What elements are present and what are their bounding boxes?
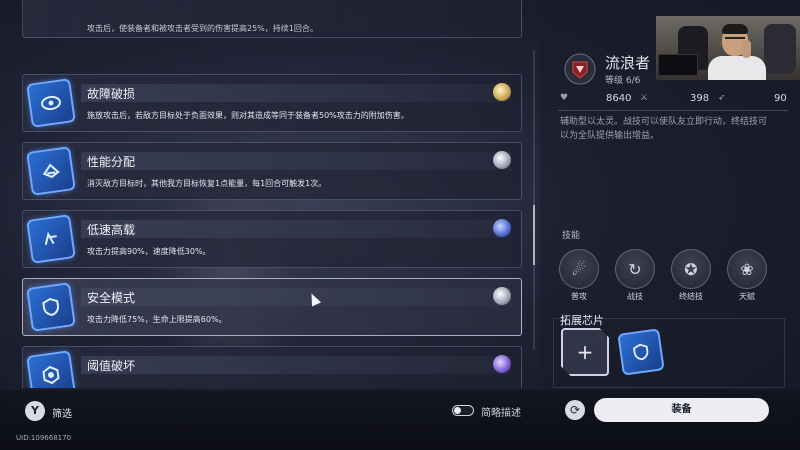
chip-card-1[interactable]: 故障破损 施放攻击后，若敌方目标处于负面效果，则对其造成等同于装备者50%攻击力… [22, 74, 522, 132]
chip-card-2[interactable]: 性能分配 消灭敌方目标时，其他我方目标恢复1点能量，每1回合可触发1次。 [22, 142, 522, 200]
character-name: 流浪者 [605, 54, 651, 72]
chip-title-bar [81, 288, 511, 306]
skill-battle[interactable]: ↻ 战技 [614, 249, 656, 302]
sword-icon: ⚔ [640, 93, 649, 103]
chip-title-bar [81, 220, 511, 238]
chip-desc: 消灭敌方目标时，其他我方目标恢复1点能量，每1回合可触发1次。 [87, 179, 327, 188]
rarity-medal-icon [493, 151, 511, 169]
lotus-icon: ❀ [727, 249, 767, 289]
heart-icon: ♥ [560, 93, 569, 103]
streamer-hair [722, 24, 748, 34]
streamer-webcam [656, 16, 800, 80]
skill-ultimate[interactable]: ✪ 终结技 [670, 249, 712, 302]
hp-stat: ♥ [560, 93, 574, 103]
chip-icon [26, 214, 76, 264]
chip-card-4[interactable]: 安全模式 攻击力降低75%，生命上限提高60%。 [22, 278, 522, 336]
character-level: 等级 6/6 [605, 76, 641, 86]
skill-basic-attack[interactable]: ☄ 普攻 [558, 249, 600, 302]
chip-title-bar [81, 84, 511, 102]
chip-card-5[interactable]: 阈值破坏 [22, 346, 522, 388]
skill-label: 普攻 [571, 292, 587, 301]
chip-name: 阈值破坏 [87, 359, 136, 373]
chip-desc: 攻击力提高90%，速度降低30%。 [87, 247, 211, 256]
chip-title-bar [81, 356, 511, 374]
rarity-medal-icon [493, 355, 511, 373]
equip-button[interactable]: 装备 [594, 398, 769, 422]
chip-icon [26, 350, 76, 388]
skill-label: 战技 [627, 292, 643, 301]
stats-divider [558, 110, 788, 111]
character-emblem-icon [564, 53, 596, 85]
toggle-knob [454, 407, 461, 414]
speed-value: 90 [774, 93, 787, 104]
chip-desc: 施放攻击后，若敌方目标处于负面效果，则对其造成等同于装备者50%攻击力的附加伤害… [87, 111, 409, 120]
hp-value: 8640 [606, 93, 632, 104]
attack-stat: ⚔ [640, 93, 654, 103]
chip-list: 攻击后，使装备者和被攻击者受到的伤害提高25%，持续1回合。 故障破损 施放攻击… [22, 0, 522, 388]
list-scrollbar[interactable] [533, 50, 535, 350]
chip-icon [26, 78, 76, 128]
chip-title-bar [81, 152, 511, 170]
skill-label: 天赋 [739, 292, 755, 301]
speed-boot-icon: ➶ [718, 93, 726, 103]
scrollbar-thumb[interactable] [533, 205, 535, 265]
chip-icon [26, 146, 76, 196]
chip-name: 故障破损 [87, 87, 136, 101]
speed-stat: ➶ [718, 93, 732, 103]
rarity-medal-icon [493, 83, 511, 101]
filter-label[interactable]: 筛选 [52, 405, 72, 420]
chip-desc: 攻击后，使装备者和被攻击者受到的伤害提高25%，持续1回合。 [87, 24, 318, 33]
rarity-medal-icon [493, 287, 511, 305]
chip-desc: 攻击力降低75%，生命上限提高60%。 [87, 315, 227, 324]
equipped-chip-icon[interactable] [617, 328, 665, 376]
streamer-body [708, 56, 766, 80]
skill-talent[interactable]: ❀ 天赋 [726, 249, 768, 302]
stats-row: ♥ 8640 ⚔ 398 ➶ 90 [558, 93, 790, 107]
rarity-medal-icon [493, 219, 511, 237]
skill-label: 终结技 [679, 292, 703, 301]
monitor [658, 54, 698, 76]
chip-name: 性能分配 [87, 155, 136, 169]
filter-icon[interactable]: Y [25, 401, 45, 421]
attack-value: 398 [690, 93, 710, 104]
chip-card-3[interactable]: 低速高载 攻击力提高90%，速度降低30%。 [22, 210, 522, 268]
brief-description-toggle[interactable] [452, 405, 474, 416]
add-chip-slot[interactable]: + [561, 328, 609, 376]
chip-name: 安全模式 [87, 291, 136, 305]
swap-icon[interactable]: ⟳ [565, 400, 585, 420]
badge-icon: ✪ [671, 249, 711, 289]
streamer-hand [742, 40, 751, 58]
chip-name: 低速高载 [87, 223, 136, 237]
brief-description-label: 简略描述 [481, 408, 521, 419]
meteor-icon: ☄ [559, 249, 599, 289]
chip-card-partial[interactable]: 攻击后，使装备者和被攻击者受到的伤害提高25%，持续1回合。 [22, 0, 522, 38]
chip-icon [26, 282, 76, 332]
skills-label: 技能 [562, 231, 581, 241]
character-bio: 辅助型以太灵。战技可以使队友立即行动，终结技可以为全队提供输出增益。 [560, 117, 768, 141]
gaming-chair [764, 24, 796, 74]
refresh-icon: ↻ [615, 249, 655, 289]
expansion-chips-label: 拓展芯片 [560, 314, 604, 327]
uid-label: UID:109668170 [16, 434, 72, 442]
